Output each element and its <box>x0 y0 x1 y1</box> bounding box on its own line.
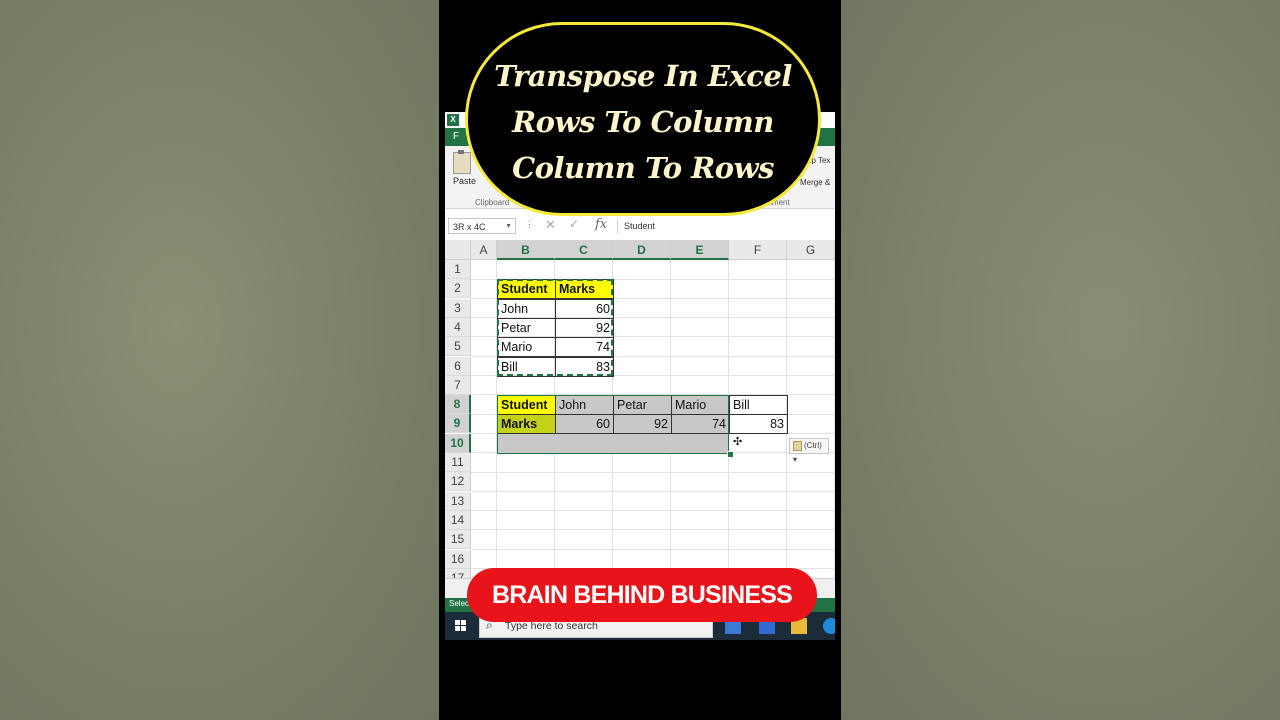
column-header-C[interactable]: C <box>555 240 613 260</box>
title-line-2: Rows To Column <box>512 105 774 139</box>
brand-banner: BRAIN BEHIND BUSINESS <box>467 568 817 622</box>
row-header-11[interactable]: 11 <box>445 453 471 472</box>
tab-file[interactable]: F <box>453 131 459 142</box>
row-header-16[interactable]: 16 <box>445 549 471 569</box>
cell-student-name[interactable]: Petar <box>497 317 556 338</box>
row-header-14[interactable]: 14 <box>445 510 471 530</box>
cell-student-name[interactable]: Bill <box>729 395 788 416</box>
windows-start-icon[interactable] <box>455 620 467 632</box>
fill-handle[interactable] <box>727 451 734 458</box>
column-header-F[interactable]: F <box>729 240 787 260</box>
title-line-1: Transpose In Excel <box>494 59 792 93</box>
cell-student-mark[interactable]: 83 <box>729 414 788 435</box>
formula-bar: 3R x 4C ▼ ⋮ ✕ ✓ fx Student <box>445 216 835 236</box>
cell-student-mark[interactable]: 74 <box>671 414 730 435</box>
paste-options-label: (Ctrl) <box>804 441 822 450</box>
cell-student-mark[interactable]: 92 <box>555 317 614 338</box>
enter-icon[interactable]: ✓ <box>569 217 579 231</box>
name-box-value: 3R x 4C <box>453 222 486 232</box>
insert-function-icon[interactable]: fx <box>595 217 607 232</box>
row-header-1[interactable]: 1 <box>445 260 471 279</box>
more-icon: ⋮ <box>525 219 534 229</box>
cell-student-name[interactable]: Petar <box>613 395 672 416</box>
cell-student-name[interactable]: Mario <box>671 395 730 416</box>
formula-input[interactable]: Student <box>617 218 835 234</box>
name-box[interactable]: 3R x 4C ▼ <box>448 218 516 234</box>
gridline <box>471 490 835 492</box>
row-header-5[interactable]: 5 <box>445 337 471 357</box>
gridline <box>471 510 835 512</box>
row-header-10[interactable]: 10 <box>445 433 471 453</box>
cell-header-marks[interactable]: Marks <box>497 414 556 435</box>
chevron-down-icon[interactable]: ▼ <box>505 219 512 235</box>
chevron-down-icon: ▾ <box>793 455 798 464</box>
gridline <box>471 548 835 550</box>
selected-empty-row <box>497 433 729 453</box>
cell-student-name[interactable]: Mario <box>497 337 556 358</box>
cell-header-marks[interactable]: Marks <box>555 279 614 300</box>
row-header-7[interactable]: 7 <box>445 375 471 395</box>
cell-student-mark[interactable]: 83 <box>555 356 614 377</box>
column-header-B[interactable]: B <box>497 240 555 260</box>
select-all-corner[interactable] <box>445 240 471 260</box>
cell-student-mark[interactable]: 92 <box>613 414 672 435</box>
column-header-A[interactable]: A <box>471 240 497 260</box>
worksheet-grid[interactable]: ABCDEFG1234567891011121314151617StudentM… <box>445 240 835 589</box>
status-text: Selec <box>449 599 470 608</box>
row-header-13[interactable]: 13 <box>445 491 471 511</box>
row-header-6[interactable]: 6 <box>445 356 471 376</box>
paste-options-button[interactable]: (Ctrl) ▾ <box>789 438 829 464</box>
row-header-4[interactable]: 4 <box>445 317 471 337</box>
row-header-9[interactable]: 9 <box>445 414 471 434</box>
column-header-E[interactable]: E <box>671 240 729 260</box>
background-left <box>0 0 439 720</box>
cell-student-mark[interactable]: 60 <box>555 298 614 319</box>
row-header-2[interactable]: 2 <box>445 279 471 299</box>
row-header-3[interactable]: 3 <box>445 298 471 318</box>
cell-student-name[interactable]: John <box>555 395 614 416</box>
cell-student-mark[interactable]: 60 <box>555 414 614 435</box>
gridline <box>471 471 835 473</box>
row-header-12[interactable]: 12 <box>445 472 471 492</box>
clipboard-icon <box>793 440 802 451</box>
row-header-15[interactable]: 15 <box>445 530 471 550</box>
column-header-G[interactable]: G <box>787 240 835 260</box>
cell-student-name[interactable]: Bill <box>497 356 556 377</box>
cell-header-student[interactable]: Student <box>497 395 556 416</box>
cell-student-name[interactable]: John <box>497 298 556 319</box>
clipboard-group-label: Clipboard <box>475 198 510 207</box>
title-line-3: Column To Rows <box>512 151 774 185</box>
gridline <box>471 529 835 531</box>
cancel-icon[interactable]: ✕ <box>545 217 556 233</box>
edge-icon[interactable] <box>823 618 835 634</box>
column-header-D[interactable]: D <box>613 240 671 260</box>
row-header-8[interactable]: 8 <box>445 395 471 415</box>
title-banner: Transpose In Excel Rows To Column Column… <box>465 22 821 216</box>
move-cursor-icon: ✣ <box>733 436 743 448</box>
background-right <box>841 0 1280 720</box>
cell-student-mark[interactable]: 74 <box>555 337 614 358</box>
video-frame: X F Paste Clipboard ap Tex Merge & gnmen… <box>439 0 841 720</box>
excel-logo-icon: X <box>447 114 459 126</box>
cell-header-student[interactable]: Student <box>497 279 556 300</box>
